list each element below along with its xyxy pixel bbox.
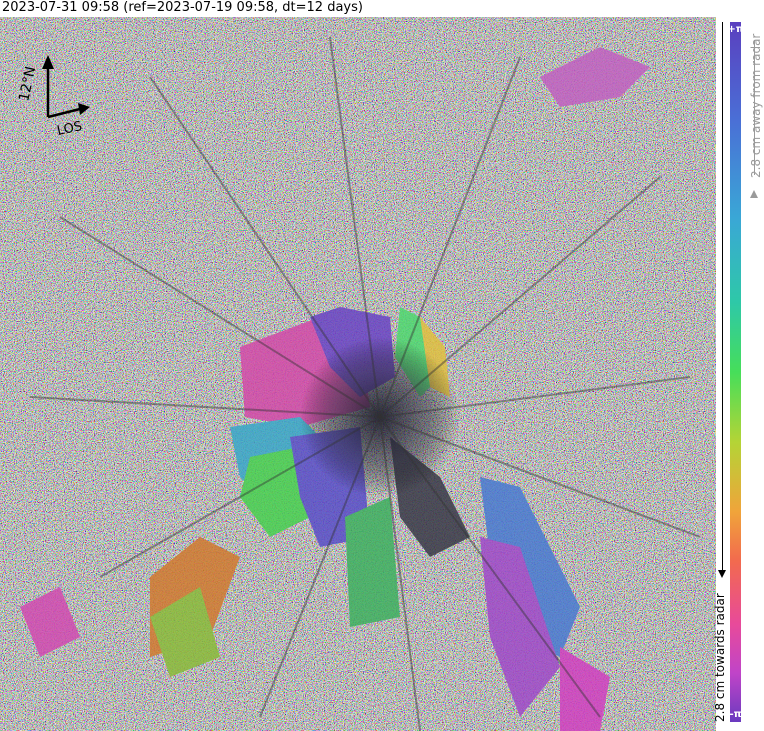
- towards-arrowhead-icon: [718, 570, 726, 578]
- towards-arrow-icon: [722, 22, 723, 570]
- colorbar-top-label: +π: [727, 23, 744, 35]
- towards-radar-label: 2.8 cm towards radar: [713, 593, 727, 722]
- map-title: 2023-07-31 09:58 (ref=2023-07-19 09:58, …: [2, 0, 363, 15]
- phase-colorbar: [730, 22, 741, 722]
- interferogram-map: 12°N LOS: [0, 17, 716, 731]
- colorbar-bottom-label: -π: [729, 708, 742, 720]
- away-arrowhead-icon: [750, 190, 758, 198]
- away-from-radar-label: 2.8 cm away from radar: [749, 33, 763, 178]
